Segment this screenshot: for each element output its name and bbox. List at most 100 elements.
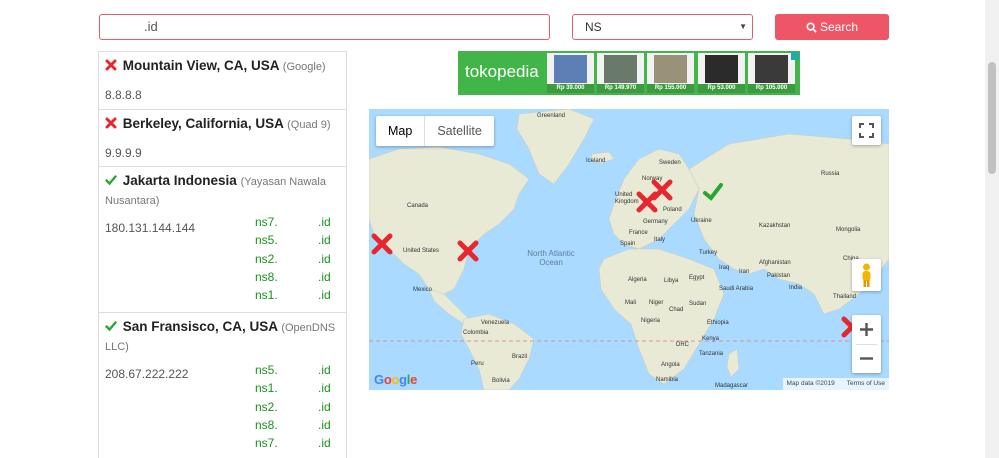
ns-domain: .id — [318, 436, 331, 451]
map-label: Algeria — [628, 277, 647, 283]
map-label: Ukraine — [691, 218, 712, 224]
minus-icon[interactable] — [852, 344, 881, 373]
ns-domain: .id — [318, 417, 331, 432]
ns-domain: .id — [318, 363, 331, 377]
result-location: Berkeley, California, USA — [122, 116, 284, 131]
map-label: Libya — [664, 278, 679, 284]
x-icon[interactable] — [650, 178, 674, 202]
product-price: Rp 149.970 — [597, 84, 644, 93]
result-ip: 8.8.8.8 — [105, 88, 142, 102]
ns-host: ns7. — [255, 436, 278, 451]
map-label: DRC — [676, 342, 689, 348]
ad-banner[interactable]: tokopedia Rp 39.000 Rp 149.970 Rp 155.00… — [458, 51, 800, 95]
ns-domain: .id — [318, 269, 331, 284]
ns-record: ns7. .id — [255, 215, 331, 233]
map-label: Mali — [625, 300, 637, 306]
map-label: Pakistan — [767, 273, 791, 279]
map-label: Venezuela — [481, 320, 510, 326]
ad-brand-logo: tokopedia — [465, 62, 539, 81]
result-heading: San Fransisco, CA, USA (OpenDNS LLC) — [105, 318, 340, 356]
ns-record: ns2. .id — [255, 251, 331, 270]
search-input[interactable]: .id — [99, 14, 550, 40]
search-button[interactable]: Search — [775, 14, 889, 40]
map-label: Russia — [821, 171, 840, 177]
map-label: Afghanistan — [759, 260, 791, 266]
ns-domain: .id — [318, 215, 331, 229]
product-image — [554, 55, 587, 83]
result-card: Jakarta Indonesia (Yayasan Nawala Nusant… — [99, 167, 346, 313]
result-provider: (Google) — [282, 61, 326, 73]
ns-host: ns2. — [255, 251, 278, 266]
ad-product[interactable]: Rp 53.000 — [698, 53, 745, 93]
ns-list: ns7. .id ns5. .id ns2. .id ns8. .id ns1. .id — [255, 215, 331, 306]
tab-satellite[interactable]: Satellite — [425, 116, 493, 146]
ns-record: ns2. .id — [255, 399, 331, 418]
product-price: Rp 39.000 — [547, 84, 594, 93]
ns-host: ns7. — [255, 215, 278, 229]
check-icon[interactable] — [702, 181, 724, 203]
scrollbar-thumb[interactable] — [988, 62, 996, 174]
pegman-icon — [862, 263, 871, 287]
ns-domain: .id — [318, 399, 331, 414]
results-list: Mountain View, CA, USA (Google) 8.8.8.8 … — [98, 51, 347, 458]
ad-product[interactable]: Rp 39.000 — [547, 53, 594, 93]
product-price: Rp 155.000 — [647, 84, 694, 93]
ad-product[interactable]: Rp 155.000 — [647, 53, 694, 93]
plus-icon[interactable] — [852, 315, 881, 344]
result-card: Berkeley, California, USA (Quad 9) 9.9.9… — [99, 110, 346, 167]
ns-list: ns5. .id ns1. .id ns2. .id ns8. .id ns7. .id — [255, 363, 331, 454]
map-label: Niger — [649, 300, 664, 306]
result-location: Mountain View, CA, USA — [122, 58, 280, 73]
map-type-control: Map Satellite — [376, 116, 494, 146]
fullscreen-icon — [859, 123, 874, 138]
ns-host: ns8. — [255, 417, 278, 432]
page: .id NS ▼ Search Mountain View, CA, USA (… — [0, 0, 999, 458]
ns-host: ns5. — [255, 363, 278, 377]
map-label: Thailand — [833, 294, 857, 300]
map-label: Iran — [739, 269, 750, 275]
x-icon[interactable] — [456, 239, 480, 263]
adchoices-icon[interactable] — [791, 52, 799, 60]
tab-map[interactable]: Map — [376, 116, 426, 146]
fullscreen-button[interactable] — [852, 116, 881, 145]
ns-host: ns1. — [255, 381, 278, 396]
result-provider: (Quad 9) — [287, 119, 331, 131]
map-label: Egypt — [689, 275, 705, 281]
map-label: Canada — [407, 203, 429, 209]
terms-link[interactable]: Terms of Use — [847, 380, 885, 387]
ns-record: ns8. .id — [255, 269, 331, 288]
map-label: Greenland — [537, 113, 566, 119]
world-map[interactable]: Greenland Iceland Sweden Russia Norway U… — [369, 109, 889, 390]
check-icon — [105, 173, 118, 191]
ns-domain: .id — [318, 251, 331, 266]
ns-record: ns7. .id — [255, 436, 331, 454]
map-label: Angola — [661, 362, 680, 368]
record-type-select[interactable]: NS ▼ — [572, 14, 753, 40]
ns-host: ns8. — [255, 269, 278, 284]
result-heading: Berkeley, California, USA (Quad 9) — [105, 115, 340, 134]
map-land — [369, 109, 889, 390]
map-label: Kenya — [702, 336, 720, 342]
ns-host: ns1. — [255, 288, 278, 303]
ad-product[interactable]: Rp 149.970 — [597, 53, 644, 93]
product-price: Rp 105.000 — [748, 84, 795, 93]
product-price: Rp 53.000 — [698, 84, 745, 93]
street-view-button[interactable] — [852, 259, 881, 291]
map-label: Sweden — [659, 160, 681, 166]
x-icon[interactable] — [370, 232, 394, 256]
product-image — [705, 55, 738, 83]
ns-domain: .id — [318, 288, 331, 303]
map-label: Chad — [669, 307, 684, 313]
ns-domain: .id — [318, 233, 331, 248]
check-icon — [105, 319, 118, 337]
map-label: Germany — [643, 219, 668, 225]
page-scrollbar[interactable] — [985, 0, 999, 458]
map-label: Kazakhstan — [759, 223, 791, 229]
ad-product[interactable]: Rp 105.000 — [748, 53, 795, 93]
ns-record: ns8. .id — [255, 417, 331, 436]
result-heading: Mountain View, CA, USA (Google) — [105, 57, 340, 76]
x-icon — [105, 58, 118, 76]
google-logo[interactable]: Google — [374, 372, 417, 387]
map-attribution: Map data ©2019 Terms of Use — [782, 378, 889, 390]
ns-record: ns1. .id — [255, 381, 331, 399]
